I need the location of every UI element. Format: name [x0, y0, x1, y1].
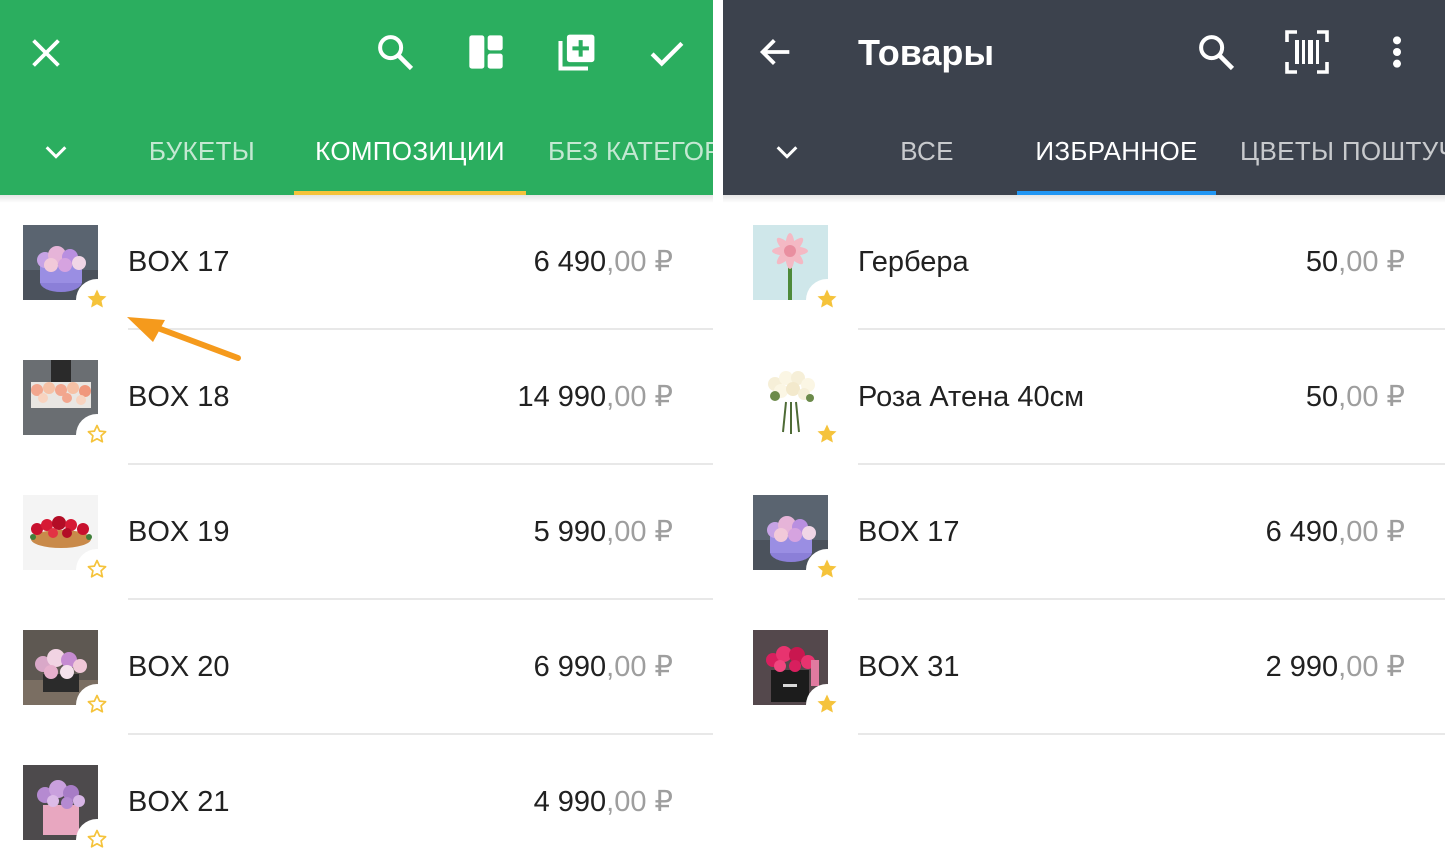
star-filled-icon: [817, 424, 837, 443]
price-fraction: ,00 ₽: [1338, 516, 1405, 548]
product-name: BOX 19: [128, 516, 230, 548]
price-integer: 4 990: [533, 786, 607, 818]
product-name: BOX 31: [858, 651, 960, 683]
app-bar: БУКЕТЫ КОМПОЗИЦИИ БЕЗ КАТЕГОР: [0, 0, 713, 195]
product-name: BOX 20: [128, 651, 230, 683]
price-fraction: ,00 ₽: [606, 246, 673, 278]
list-item[interactable]: BOX 19 5 990,00 ₽: [0, 465, 713, 600]
barcode-scan-icon[interactable]: [1283, 28, 1331, 76]
list-item[interactable]: Роза Атена 40см 50,00 ₽: [723, 330, 1445, 465]
star-filled-icon: [817, 559, 837, 578]
product-price: 4 990,00 ₽: [534, 782, 673, 822]
star-outline-icon: [87, 829, 107, 848]
price-integer: 2 990: [1265, 651, 1339, 683]
panel-separator: [713, 0, 723, 868]
tab-kompozicii[interactable]: КОМПОЗИЦИИ: [294, 118, 526, 195]
product-name: BOX 17: [858, 516, 960, 548]
product-price: 6 990,00 ₽: [534, 647, 673, 687]
favorite-toggle[interactable]: [806, 414, 848, 456]
arrow-back-icon[interactable]: [756, 32, 796, 72]
price-integer: 50: [1305, 246, 1339, 278]
tab-flowers-single[interactable]: ЦВЕТЫ ПОШТУЧ: [1240, 118, 1445, 195]
list-item[interactable]: BOX 31 2 990,00 ₽: [723, 600, 1445, 735]
list-item[interactable]: BOX 20 6 990,00 ₽: [0, 600, 713, 735]
app-bar: Товары ВСЕ ИЗБРАННОЕ ЦВЕТЫ ПОШТУЧ: [723, 0, 1445, 195]
tab-all[interactable]: ВСЕ: [857, 118, 997, 195]
product-name: BOX 21: [128, 786, 230, 818]
favorite-toggle[interactable]: [806, 684, 848, 726]
star-outline-icon: [87, 694, 107, 713]
favorite-toggle[interactable]: [76, 414, 118, 456]
favorite-toggle[interactable]: [76, 549, 118, 591]
price-fraction: ,00 ₽: [1338, 651, 1405, 683]
price-fraction: ,00 ₽: [1338, 246, 1405, 278]
product-price: 6 490,00 ₽: [1266, 512, 1405, 552]
star-outline-icon: [87, 559, 107, 578]
layout-icon[interactable]: [466, 32, 506, 72]
product-price: 5 990,00 ₽: [534, 512, 673, 552]
chevron-down-icon[interactable]: [42, 138, 70, 166]
tab-label: ИЗБРАННОЕ: [1035, 136, 1198, 166]
search-icon[interactable]: [374, 31, 416, 73]
tab-favorites[interactable]: ИЗБРАННОЕ: [1017, 118, 1216, 195]
product-price: 50,00 ₽: [1306, 242, 1405, 282]
more-vert-icon[interactable]: [1383, 32, 1411, 72]
product-name: BOX 18: [128, 381, 230, 413]
category-tabs: ВСЕ ИЗБРАННОЕ ЦВЕТЫ ПОШТУЧ: [723, 118, 1445, 195]
star-filled-icon: [817, 694, 837, 713]
price-fraction: ,00 ₽: [1338, 381, 1405, 413]
star-outline-icon: [87, 424, 107, 443]
list-item[interactable]: BOX 18 14 990,00 ₽: [0, 330, 713, 465]
tab-bez-kategorii[interactable]: БЕЗ КАТЕГОР: [548, 118, 713, 195]
list-item[interactable]: Гербера 50,00 ₽: [723, 195, 1445, 330]
check-icon[interactable]: [646, 32, 688, 74]
product-price: 14 990,00 ₽: [517, 377, 673, 417]
favorite-toggle[interactable]: [806, 549, 848, 591]
tab-label: КОМПОЗИЦИИ: [315, 136, 505, 166]
page-title: Товары: [858, 32, 995, 73]
library-add-icon[interactable]: [555, 30, 599, 74]
annotation-arrow: [125, 312, 245, 372]
list-item[interactable]: BOX 17 6 490,00 ₽: [0, 195, 713, 330]
category-edit-screen: БУКЕТЫ КОМПОЗИЦИИ БЕЗ КАТЕГОР BOX 17 6 4…: [0, 0, 713, 868]
chevron-down-icon[interactable]: [773, 138, 801, 166]
price-fraction: ,00 ₽: [606, 651, 673, 683]
price-fraction: ,00 ₽: [606, 786, 673, 818]
product-price: 2 990,00 ₽: [1266, 647, 1405, 687]
star-filled-icon: [87, 289, 107, 308]
tab-bukety[interactable]: БУКЕТЫ: [110, 118, 294, 195]
price-fraction: ,00 ₽: [606, 516, 673, 548]
price-integer: 50: [1305, 381, 1339, 413]
favorite-toggle[interactable]: [76, 279, 118, 321]
price-integer: 5 990: [533, 516, 607, 548]
price-integer: 6 990: [533, 651, 607, 683]
products-screen: Товары ВСЕ ИЗБРАННОЕ ЦВЕТЫ ПОШТУЧ Гербер…: [723, 0, 1445, 868]
search-icon[interactable]: [1195, 31, 1237, 73]
product-name: Гербера: [858, 246, 969, 278]
product-price: 6 490,00 ₽: [534, 242, 673, 282]
product-name: BOX 17: [128, 246, 230, 278]
favorite-toggle[interactable]: [806, 279, 848, 321]
category-tabs: БУКЕТЫ КОМПОЗИЦИИ БЕЗ КАТЕГОР: [0, 118, 713, 195]
close-icon[interactable]: [27, 34, 65, 72]
favorite-toggle[interactable]: [76, 819, 118, 861]
price-integer: 14 990: [517, 381, 607, 413]
star-filled-icon: [817, 289, 837, 308]
product-name: Роза Атена 40см: [858, 381, 1085, 413]
price-integer: 6 490: [533, 246, 607, 278]
divider: [858, 733, 1445, 735]
list-item[interactable]: BOX 21 4 990,00 ₽: [0, 735, 713, 868]
product-price: 50,00 ₽: [1306, 377, 1405, 417]
list-item[interactable]: BOX 17 6 490,00 ₽: [723, 465, 1445, 600]
price-integer: 6 490: [1265, 516, 1339, 548]
favorite-toggle[interactable]: [76, 684, 118, 726]
price-fraction: ,00 ₽: [606, 381, 673, 413]
